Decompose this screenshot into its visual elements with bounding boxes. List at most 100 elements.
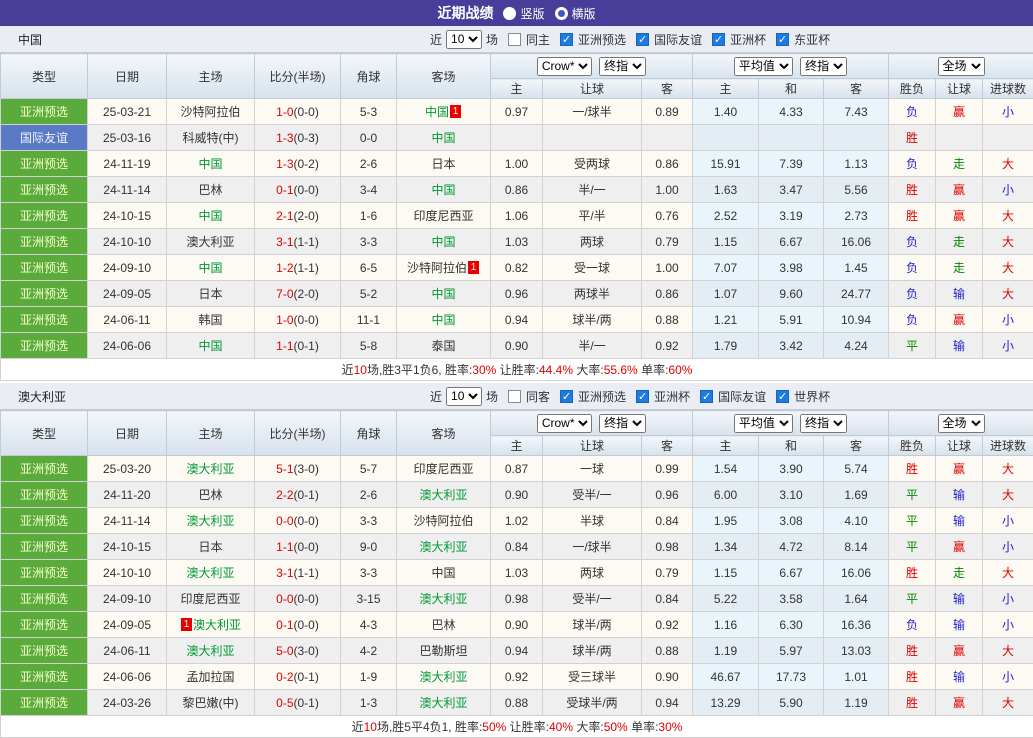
avg-draw-odds: 6.67	[759, 560, 824, 586]
summary-text: 让胜率:	[496, 363, 539, 377]
winloss-result: 负	[889, 229, 936, 255]
col-avg-home: 主	[693, 79, 759, 99]
league-checkbox[interactable]: ✓	[776, 33, 789, 46]
avg-home-odds: 1.16	[693, 612, 759, 638]
team-name-text: 中国	[198, 209, 222, 223]
handicap-line: 受一球	[543, 255, 642, 281]
team-name-text: 澳大利亚	[419, 592, 467, 606]
avg-home-odds: 1.34	[693, 534, 759, 560]
winloss-result: 负	[889, 99, 936, 125]
team-name-text: 澳大利亚	[193, 618, 241, 632]
match-date: 24-09-10	[88, 586, 167, 612]
handicap-line: 受半/一	[543, 482, 642, 508]
league-checkbox[interactable]: ✓	[560, 33, 573, 46]
team-name-text: 孟加拉国	[186, 670, 234, 684]
corner-score: 3-15	[341, 586, 397, 612]
odds-home	[491, 125, 543, 151]
team-name-text: 中国	[198, 157, 222, 171]
team-name-text: 澳大利亚	[186, 644, 234, 658]
handicap-result: 走	[936, 560, 983, 586]
competition-type-badge: 亚洲预选	[1, 638, 88, 664]
home-team: 日本	[167, 281, 255, 307]
team-name-text: 澳大利亚	[419, 488, 467, 502]
avg-odds-time-select[interactable]: 终指	[800, 414, 847, 433]
match-date: 24-09-10	[88, 255, 167, 281]
winloss-result: 平	[889, 482, 936, 508]
col-avg-draw: 和	[759, 79, 824, 99]
col-score: 比分(半场)	[255, 54, 341, 99]
odds-home: 0.90	[491, 333, 543, 359]
league-checkbox[interactable]: ✓	[636, 390, 649, 403]
goals-result: 小	[983, 99, 1033, 125]
odds-time-select[interactable]: 终指	[599, 414, 646, 433]
corner-score: 1-3	[341, 690, 397, 716]
summary-text: 50%	[482, 720, 506, 734]
avg-home-odds: 1.19	[693, 638, 759, 664]
col-odds-home: 主	[491, 436, 543, 456]
corner-score: 5-2	[341, 281, 397, 307]
home-team: 巴林	[167, 177, 255, 203]
fulltime-select[interactable]: 全场	[938, 414, 985, 433]
home-team: 中国	[167, 333, 255, 359]
handicap-result: 输	[936, 333, 983, 359]
odds-time-select[interactable]: 终指	[599, 57, 646, 76]
team-name-text: 沙特阿拉伯	[413, 514, 473, 528]
avg-odds-time-select[interactable]: 终指	[800, 57, 847, 76]
winloss-result: 胜	[889, 560, 936, 586]
match-score: 2-2(0-1)	[255, 482, 341, 508]
same-venue-label: 同客	[526, 388, 550, 405]
radio-selected-icon[interactable]	[555, 7, 568, 20]
corner-score: 9-0	[341, 534, 397, 560]
league-label: 亚洲预选	[578, 31, 626, 48]
goals-result: 大	[983, 255, 1033, 281]
league-checkbox[interactable]: ✓	[700, 390, 713, 403]
games-count-select[interactable]: 10	[446, 30, 482, 49]
fulltime-select[interactable]: 全场	[938, 57, 985, 76]
result-group: 全场	[889, 54, 1033, 79]
odds-away: 0.90	[642, 664, 693, 690]
away-team: 中国	[397, 560, 491, 586]
team-name-text: 日本	[198, 287, 222, 301]
winloss-result: 平	[889, 508, 936, 534]
away-team: 中国	[397, 307, 491, 333]
radio-unselected-icon[interactable]	[503, 7, 516, 20]
winloss-result: 负	[889, 255, 936, 281]
avg-away-odds: 5.56	[824, 177, 889, 203]
col-avg-home: 主	[693, 436, 759, 456]
bookmaker-odds-group: Crow* 终指	[491, 54, 693, 79]
goals-result: 小	[983, 586, 1033, 612]
goals-result: 大	[983, 281, 1033, 307]
league-checkbox[interactable]: ✓	[560, 390, 573, 403]
handicap-result: 赢	[936, 690, 983, 716]
match-score: 1-1(0-1)	[255, 333, 341, 359]
same-venue-checkbox[interactable]	[508, 390, 521, 403]
avg-home-odds: 1.79	[693, 333, 759, 359]
games-count-select[interactable]: 10	[446, 387, 482, 406]
same-venue-checkbox[interactable]	[508, 33, 521, 46]
away-team: 印度尼西亚	[397, 203, 491, 229]
summary-text: 大率:	[573, 720, 604, 734]
col-handicap: 让球	[543, 436, 642, 456]
avg-away-odds: 2.73	[824, 203, 889, 229]
goals-result: 大	[983, 229, 1033, 255]
corner-score: 5-3	[341, 99, 397, 125]
league-checkbox[interactable]: ✓	[712, 33, 725, 46]
odds-home: 0.90	[491, 482, 543, 508]
league-checkbox[interactable]: ✓	[636, 33, 649, 46]
handicap-line: 球半/两	[543, 638, 642, 664]
average-select[interactable]: 平均值	[734, 57, 793, 76]
league-label: 亚洲杯	[654, 388, 690, 405]
vertical-layout-radio[interactable]: 竖版	[503, 5, 544, 22]
team-name-text: 印度尼西亚	[180, 592, 240, 606]
avg-draw-odds: 17.73	[759, 664, 824, 690]
bookmaker-select[interactable]: Crow*	[537, 57, 592, 76]
col-avg-away: 客	[824, 436, 889, 456]
average-select[interactable]: 平均值	[734, 414, 793, 433]
section-summary: 近10场,胜3平1负6, 胜率:30% 让胜率:44.4% 大率:55.6% 单…	[1, 359, 1033, 381]
horizontal-layout-radio[interactable]: 横版	[555, 5, 596, 22]
bookmaker-select[interactable]: Crow*	[537, 414, 592, 433]
goals-result: 大	[983, 203, 1033, 229]
league-checkbox[interactable]: ✓	[776, 390, 789, 403]
match-row: 亚洲预选24-09-05日本7-0(2-0)5-2中国0.96两球半0.861.…	[1, 281, 1033, 307]
home-team: 孟加拉国	[167, 664, 255, 690]
